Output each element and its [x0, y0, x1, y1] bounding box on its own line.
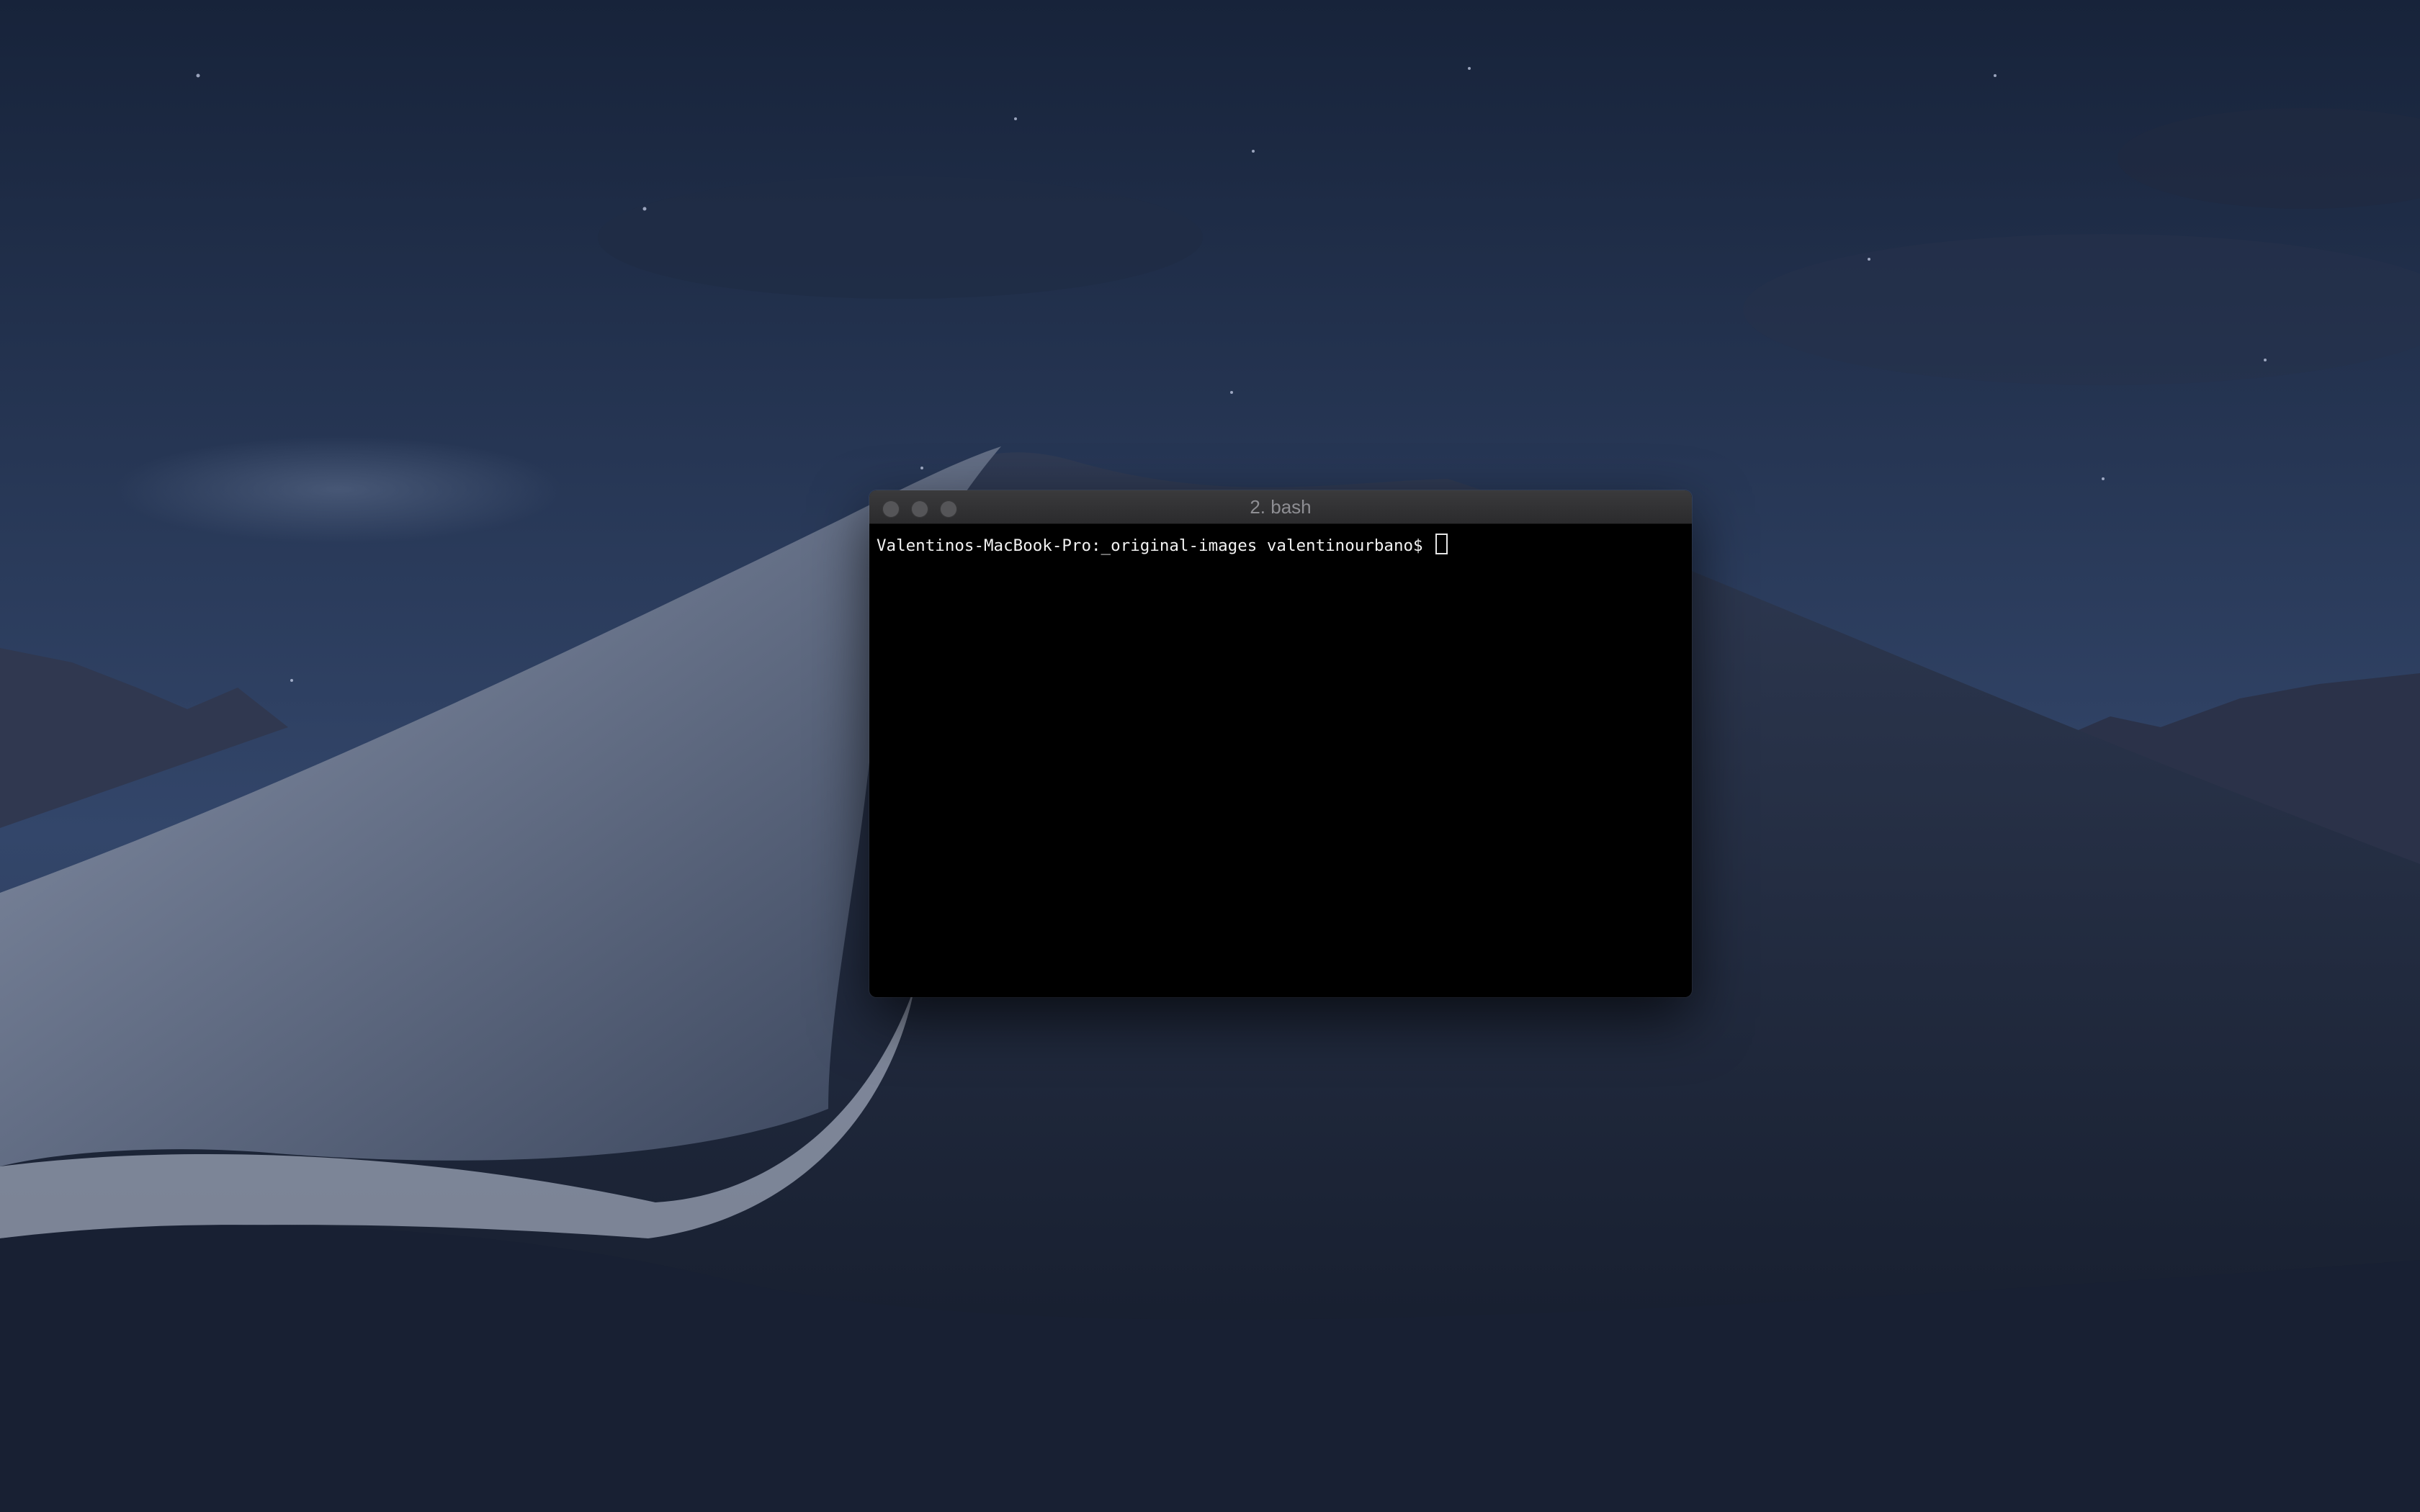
terminal-output[interactable]: Valentinos-MacBook-Pro:_original-images … [877, 534, 1685, 990]
title-bar[interactable]: 2. bash [869, 490, 1692, 524]
terminal-window[interactable]: 2. bash Valentinos-MacBook-Pro:_original… [869, 490, 1692, 997]
cursor-icon [1435, 534, 1448, 554]
shell-prompt: Valentinos-MacBook-Pro:_original-images … [877, 536, 1433, 555]
window-title: 2. bash [1250, 496, 1312, 518]
desktop: 2. bash Valentinos-MacBook-Pro:_original… [0, 0, 2420, 1512]
